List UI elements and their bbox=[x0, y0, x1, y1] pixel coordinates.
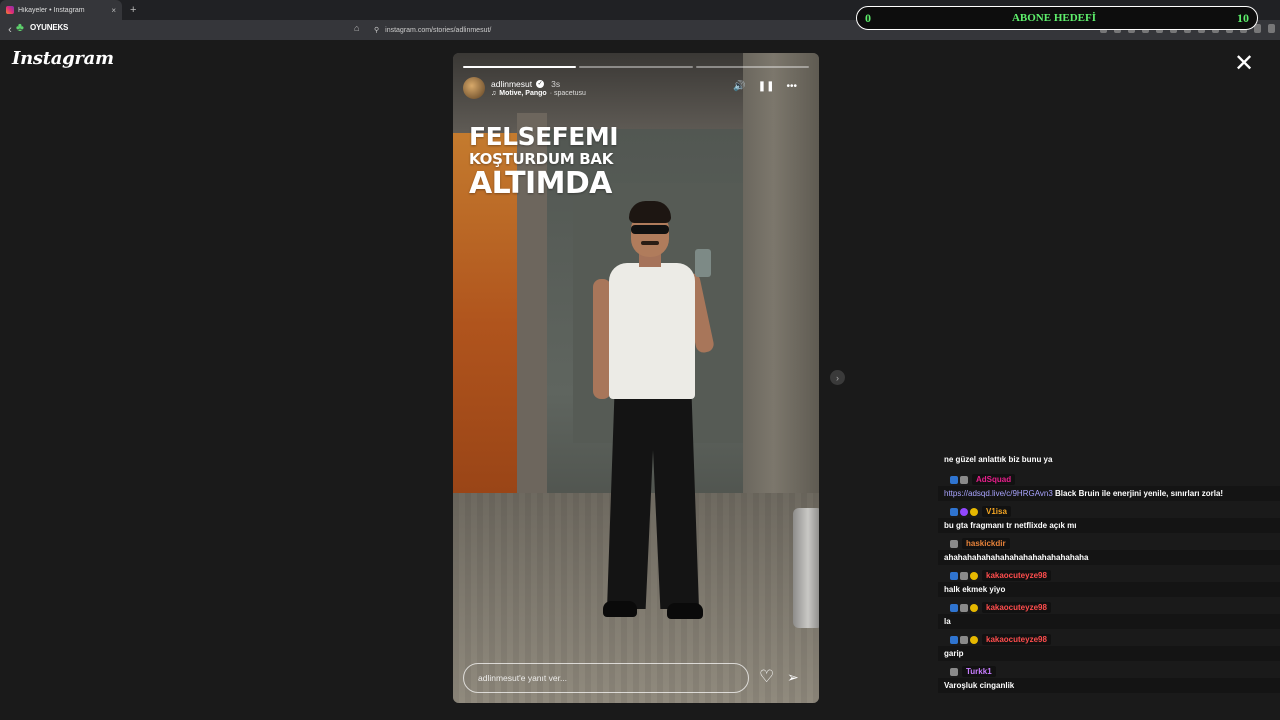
song-title[interactable]: Motive, Pango bbox=[499, 90, 546, 97]
blue-badge-icon bbox=[950, 507, 958, 516]
gold-badge-icon bbox=[970, 571, 978, 580]
blue-badge-icon bbox=[950, 635, 958, 644]
gray-badge-icon bbox=[960, 571, 968, 580]
mustache bbox=[641, 241, 659, 245]
gray-badge-icon bbox=[950, 667, 958, 676]
story-username[interactable]: adlinmesut bbox=[491, 79, 532, 89]
chat-text: la bbox=[938, 614, 1280, 629]
purple-badge-icon bbox=[960, 507, 968, 516]
gray-badge-icon bbox=[960, 635, 968, 644]
url-text: instagram.com/stories/adlinmesut/ bbox=[385, 26, 492, 34]
more-options-icon[interactable]: ••• bbox=[786, 81, 797, 92]
left-shoe bbox=[603, 601, 637, 617]
verified-badge-icon: ✓ bbox=[536, 80, 545, 88]
gray-badge-icon bbox=[960, 603, 968, 612]
bookmark-icon[interactable]: ⌂ bbox=[354, 23, 359, 33]
chat-text: halk ekmek yiyo bbox=[938, 582, 1280, 597]
chat-text: bu gta fragmanı tr netflixde açık mı bbox=[938, 518, 1280, 533]
chat-username[interactable]: kakaocuteyze98 bbox=[982, 634, 1051, 645]
progress-segment bbox=[695, 66, 809, 68]
tshirt bbox=[609, 263, 695, 399]
chat-message: V1isa bu gta fragmanı tr netflixde açık m… bbox=[938, 505, 1280, 533]
chat-username[interactable]: kakaocuteyze98 bbox=[982, 570, 1051, 581]
like-icon[interactable]: ♡ bbox=[759, 667, 774, 687]
goal-target: 10 bbox=[1236, 10, 1249, 25]
chat-text: garip bbox=[938, 646, 1280, 661]
phone bbox=[695, 249, 711, 277]
progress-segment bbox=[579, 66, 693, 68]
story-header: adlinmesut ✓ 3s ♫ Motive, Pango · spacet… bbox=[463, 75, 809, 101]
chat-username[interactable]: haskickdir bbox=[962, 538, 1010, 549]
blue-badge-icon bbox=[950, 571, 958, 580]
goal-label: ABONE HEDEFİ bbox=[1011, 12, 1097, 24]
chat-message: Turkk1 Varoşluk cinganlik bbox=[938, 665, 1280, 693]
send-icon[interactable]: ➢ bbox=[787, 669, 799, 686]
url-field[interactable]: ⚲ instagram.com/stories/adlinmesut/ bbox=[370, 23, 850, 37]
clover-logo-icon: ♣ bbox=[16, 20, 24, 34]
chat-text: ahahahahahahahahahahahahahahaha bbox=[938, 550, 1280, 565]
tab-close-icon[interactable]: × bbox=[111, 6, 116, 15]
hair bbox=[629, 201, 671, 223]
person bbox=[583, 201, 723, 631]
close-icon[interactable]: ✕ bbox=[1234, 52, 1254, 76]
chat-link[interactable]: https://adsqd.live/c/9HRGAvn3 bbox=[944, 489, 1055, 498]
new-tab-button[interactable]: + bbox=[130, 4, 136, 16]
blue-badge-icon bbox=[950, 603, 958, 612]
chat-text: Varoşluk cinganlik bbox=[938, 678, 1280, 693]
subscriber-goal-bar: 0 ABONE HEDEFİ 10 bbox=[856, 6, 1258, 30]
chat-text: https://adsqd.live/c/9HRGAvn3 Black Brui… bbox=[938, 486, 1280, 501]
right-shoe bbox=[667, 603, 703, 619]
stream-logo: ♣ OYUNEKS bbox=[16, 16, 78, 38]
goal-current: 0 bbox=[865, 10, 871, 25]
caption-line: FELSEFEMI bbox=[469, 122, 619, 151]
chat-message: kakaocuteyze98 halk ekmek yiyo bbox=[938, 569, 1280, 597]
chat-username[interactable]: AdSquad bbox=[972, 474, 1016, 485]
gray-badge-icon bbox=[960, 475, 968, 484]
story-viewer[interactable]: adlinmesut ✓ 3s ♫ Motive, Pango · spacet… bbox=[453, 53, 819, 703]
sound-icon[interactable]: 🔊 bbox=[733, 81, 745, 92]
extension-icon[interactable] bbox=[1268, 24, 1275, 33]
site-info-icon[interactable]: ⚲ bbox=[374, 26, 379, 34]
chat-message: kakaocuteyze98 garip bbox=[938, 633, 1280, 661]
reply-input[interactable]: adlinmesut'e yanıt ver... bbox=[463, 663, 749, 693]
progress-segment bbox=[463, 66, 577, 68]
gray-badge-icon bbox=[950, 539, 958, 548]
trash-bin bbox=[793, 508, 819, 628]
pants bbox=[607, 397, 699, 609]
instagram-logo[interactable]: Instagram bbox=[12, 48, 114, 69]
music-icon: ♫ bbox=[491, 90, 497, 97]
chat-username[interactable]: Turkk1 bbox=[962, 666, 996, 677]
story-progress bbox=[463, 66, 809, 68]
pause-icon[interactable]: ❚❚ bbox=[758, 81, 775, 92]
caption-line: ALTIMDA bbox=[469, 166, 612, 201]
blue-badge-icon bbox=[950, 475, 958, 484]
caption-line: KOŞTURDUM BAK bbox=[469, 150, 614, 168]
chat-message: kakaocuteyze98 la bbox=[938, 601, 1280, 629]
sunglasses bbox=[631, 225, 669, 234]
next-story-button[interactable]: › bbox=[830, 370, 845, 385]
stream-chat: ne güzel anlattık biz bunu ya AdSquad htt… bbox=[938, 455, 1280, 720]
chat-message-partial: ne güzel anlattık biz bunu ya bbox=[944, 455, 1053, 464]
story-caption: FELSEFEMI KOŞTURDUM BAK ALTIMDA bbox=[469, 122, 619, 201]
story-age: 3s bbox=[551, 79, 561, 89]
chat-message: AdSquad https://adsqd.live/c/9HRGAvn3 Bla… bbox=[938, 473, 1280, 501]
chat-message: haskickdir ahahahahahahahahahahahahahahah… bbox=[938, 537, 1280, 565]
gold-badge-icon bbox=[970, 507, 978, 516]
stream-logo-text: OYUNEKS bbox=[30, 22, 69, 32]
avatar[interactable] bbox=[463, 77, 485, 99]
instagram-favicon-icon bbox=[6, 6, 14, 14]
chat-username[interactable]: kakaocuteyze98 bbox=[982, 602, 1051, 613]
gold-badge-icon bbox=[970, 603, 978, 612]
gold-badge-icon bbox=[970, 635, 978, 644]
song-artist[interactable]: · spacetusu bbox=[550, 90, 586, 97]
chat-username[interactable]: V1isa bbox=[982, 506, 1011, 517]
tab-title: Hikayeler • Instagram bbox=[18, 6, 85, 14]
